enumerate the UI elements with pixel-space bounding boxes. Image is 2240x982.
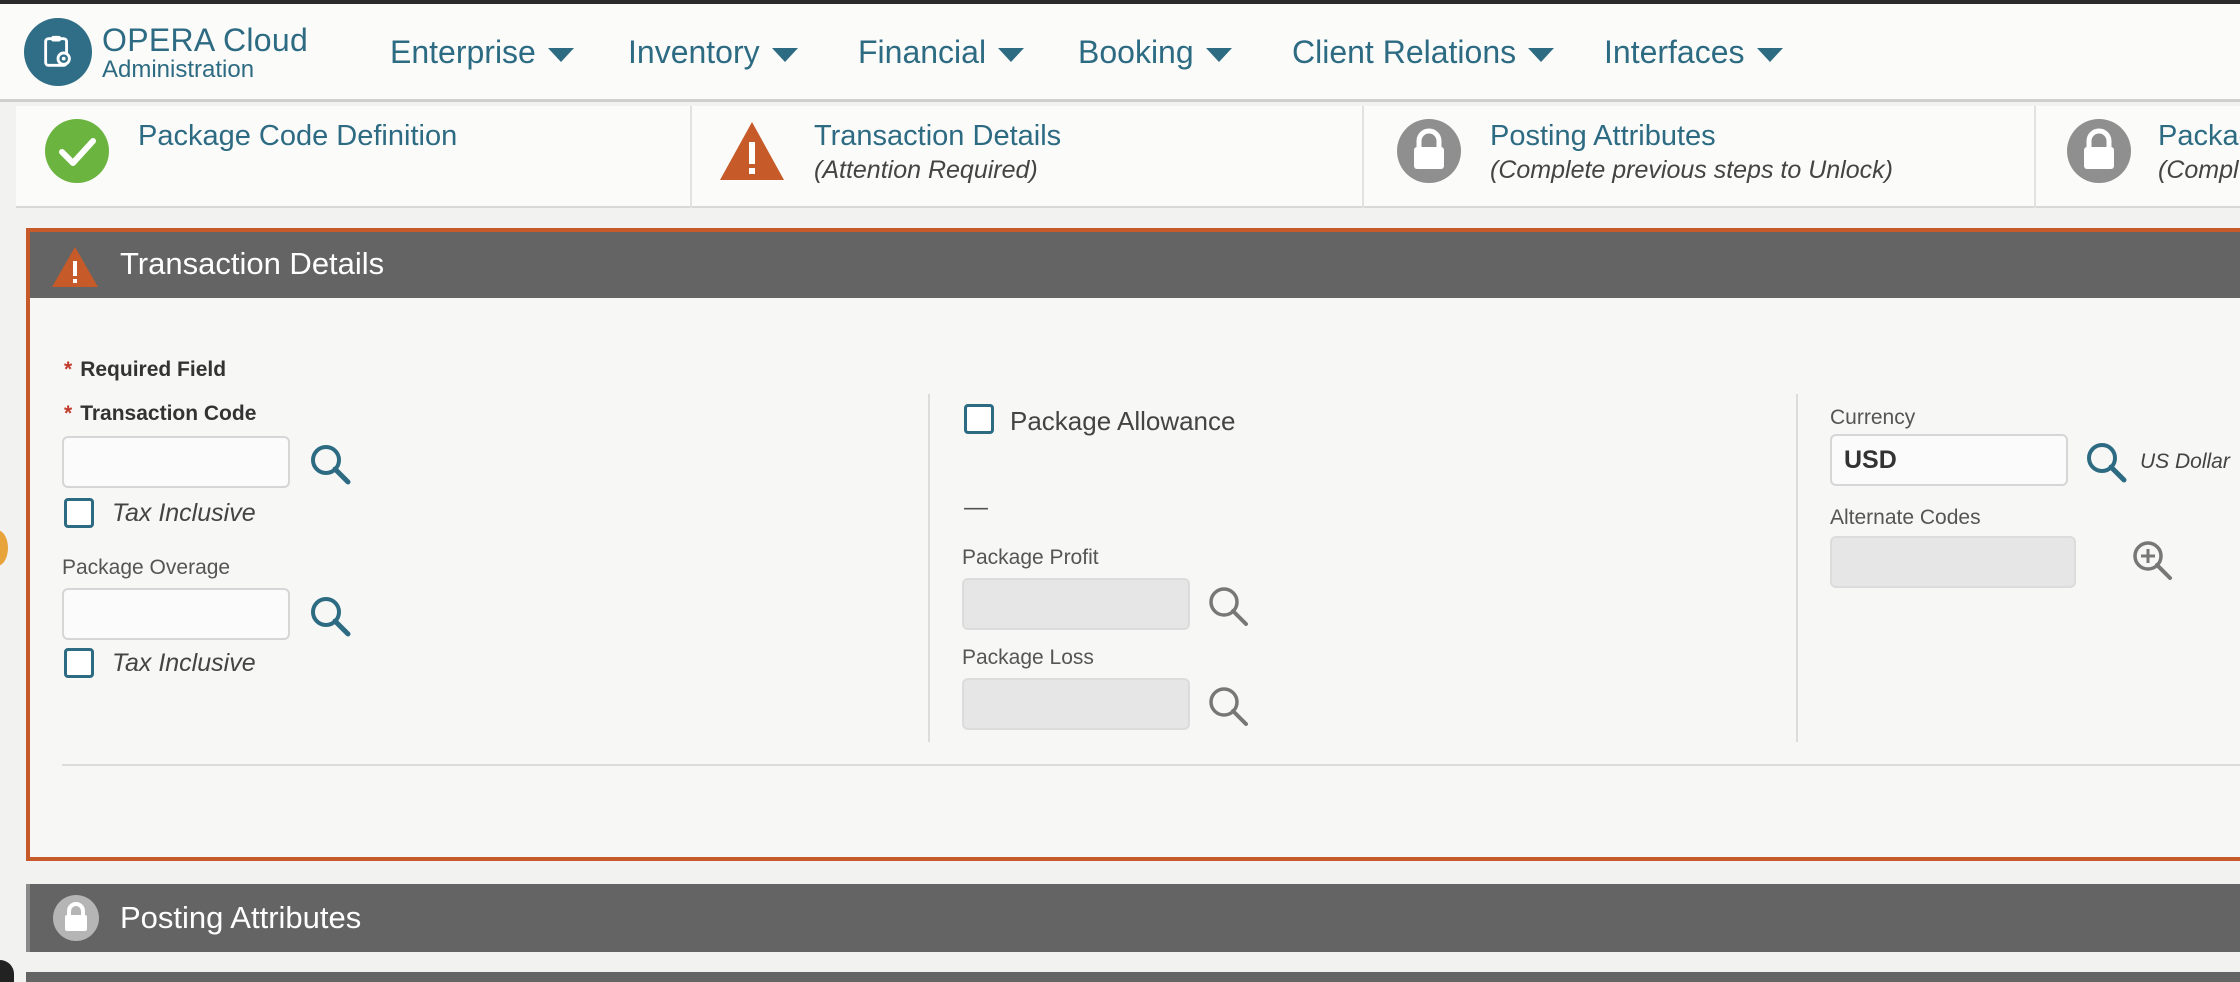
search-icon[interactable] — [1206, 684, 1250, 728]
package-profit-label: Package Profit — [962, 546, 1099, 569]
currency-input[interactable]: USD — [1830, 434, 2068, 486]
package-loss-input[interactable] — [962, 678, 1190, 730]
currency-description: US Dollar — [2140, 450, 2230, 473]
alternate-codes-label: Alternate Codes — [1830, 506, 1981, 529]
step-title: Posting Attributes — [1490, 120, 1716, 152]
tax-inclusive-checkbox[interactable] — [64, 648, 94, 678]
tax-inclusive-label: Tax Inclusive — [112, 649, 256, 677]
tax-inclusive-label: Tax Inclusive — [112, 499, 256, 527]
transaction-details-panel: Transaction Details * Required Field * Tra… — [26, 228, 2240, 861]
column-divider — [928, 394, 930, 742]
package-profit-input[interactable] — [962, 578, 1190, 630]
lock-icon — [2067, 119, 2131, 183]
package-allowance-label: Package Allowance — [1010, 406, 1236, 436]
separator-dash: — — [964, 494, 988, 521]
nav-interfaces[interactable]: Interfaces — [1604, 34, 1783, 71]
nav-interfaces-label: Interfaces — [1604, 34, 1745, 70]
panel-footer-divider — [62, 764, 2240, 766]
search-icon[interactable] — [2084, 440, 2128, 484]
step-title: Packag — [2158, 120, 2240, 152]
nav-inventory[interactable]: Inventory — [628, 34, 798, 71]
nav-inventory-label: Inventory — [628, 34, 760, 70]
nav-enterprise[interactable]: Enterprise — [390, 34, 574, 71]
step-subtitle: (Complete previous steps to Unlock) — [1490, 156, 1893, 184]
search-icon[interactable] — [1206, 584, 1250, 628]
caret-down-icon — [1528, 47, 1555, 62]
side-indicator — [0, 530, 8, 566]
warning-icon — [52, 247, 98, 287]
step-transaction-details[interactable]: Transaction Details (Attention Required) — [692, 106, 1364, 208]
caret-down-icon — [1756, 47, 1783, 62]
required-field-note: * Required Field — [64, 358, 227, 381]
panel-title: Posting Attributes — [120, 900, 362, 935]
caret-down-icon — [998, 47, 1025, 62]
caret-down-icon — [771, 47, 798, 62]
wizard-steps-bar: Package Code Definition Transaction Deta… — [16, 106, 2240, 208]
opera-logo-icon[interactable] — [24, 18, 92, 86]
tax-inclusive-checkbox[interactable] — [64, 498, 94, 528]
column-divider — [1796, 394, 1798, 742]
package-overage-input[interactable] — [62, 588, 290, 640]
panel-header[interactable]: Transaction Details — [30, 232, 2240, 298]
nav-booking-label: Booking — [1078, 34, 1194, 70]
app-header: OPERA Cloud Administration Enterprise In… — [0, 4, 2240, 102]
search-icon[interactable] — [2130, 538, 2174, 582]
lock-icon — [1397, 119, 1461, 183]
step-title: Package Code Definition — [138, 120, 458, 152]
transaction-code-label: * Transaction Code — [64, 402, 257, 425]
nav-booking[interactable]: Booking — [1078, 34, 1232, 71]
caret-down-icon — [1205, 47, 1232, 62]
nav-client-relations[interactable]: Client Relations — [1292, 34, 1555, 71]
currency-label: Currency — [1830, 406, 1916, 429]
next-panel-header — [26, 972, 2240, 982]
step-package-next[interactable]: Packag (Compl — [2036, 106, 2240, 208]
check-circle-icon — [45, 119, 109, 183]
alternate-codes-input[interactable] — [1830, 536, 2076, 588]
step-posting-attributes[interactable]: Posting Attributes (Complete previous st… — [1364, 106, 2036, 208]
package-allowance-checkbox[interactable] — [964, 404, 994, 434]
panel-title: Transaction Details — [120, 246, 385, 281]
lock-icon — [53, 895, 99, 941]
nav-client-relations-label: Client Relations — [1292, 34, 1517, 70]
transaction-code-input[interactable] — [62, 436, 290, 488]
step-title: Transaction Details — [814, 120, 1062, 152]
nav-financial-label: Financial — [858, 34, 987, 70]
search-icon[interactable] — [308, 442, 352, 486]
caret-down-icon — [547, 47, 574, 62]
warning-icon — [720, 122, 784, 180]
nav-financial[interactable]: Financial — [858, 34, 1025, 71]
package-overage-label: Package Overage — [62, 556, 231, 579]
posting-attributes-panel-header[interactable]: Posting Attributes — [26, 884, 2240, 952]
brand-subtitle: Administration — [102, 56, 255, 83]
step-package-code-definition[interactable]: Package Code Definition — [16, 106, 692, 208]
step-subtitle: (Compl — [2158, 156, 2239, 184]
package-loss-label: Package Loss — [962, 646, 1094, 669]
brand-title: OPERA Cloud — [102, 22, 309, 58]
step-subtitle: (Attention Required) — [814, 156, 1038, 184]
nav-enterprise-label: Enterprise — [390, 34, 536, 70]
window-corner — [0, 960, 14, 982]
search-icon[interactable] — [308, 594, 352, 638]
